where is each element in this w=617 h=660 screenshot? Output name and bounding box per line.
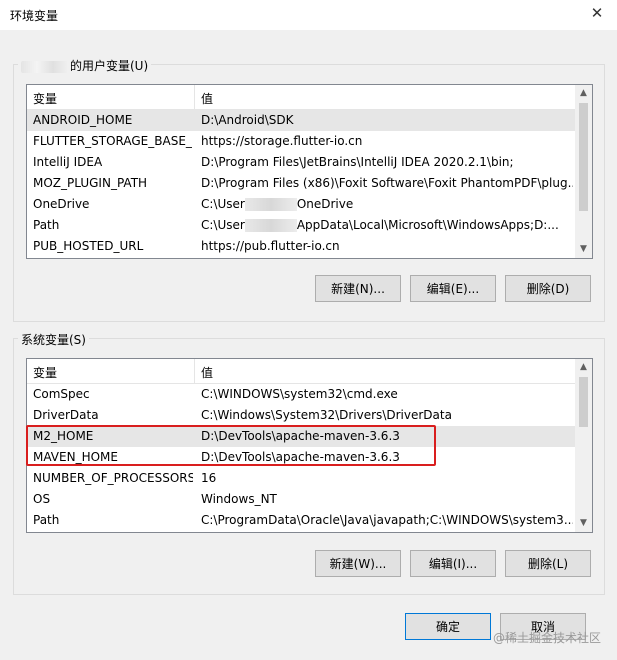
table-row[interactable]: ANDROID_HOME D:\Android\SDK (27, 110, 575, 131)
user-variables-legend: 的用户变量(U) (18, 57, 152, 74)
column-header-name[interactable]: 变量 (33, 90, 57, 107)
system-edit-button[interactable]: 编辑(I)... (410, 550, 496, 577)
list-header: 变量 值 (27, 359, 592, 384)
table-row[interactable]: Path C:\ProgramData\Oracle\Java\javapath… (27, 510, 575, 531)
table-row[interactable]: NUMBER_OF_PROCESSORS 16 (27, 468, 575, 489)
scroll-up-icon[interactable]: ▲ (575, 85, 592, 102)
blurred-username (244, 219, 297, 232)
table-row[interactable]: Path C:\User AppData\Local\Microsoft\Wind… (27, 215, 575, 236)
close-icon[interactable]: ✕ (587, 4, 607, 22)
table-row[interactable]: M2_HOME D:\DevTools\apache-maven-3.6.3 (27, 426, 575, 447)
user-new-button[interactable]: 新建(N)... (315, 275, 401, 302)
system-delete-button[interactable]: 删除(L) (505, 550, 591, 577)
column-header-name[interactable]: 变量 (33, 364, 57, 381)
title-bar: 环境变量 ✕ (0, 0, 617, 30)
blurred-username (244, 198, 297, 211)
system-variables-legend: 系统变量(S) (18, 331, 89, 348)
vertical-scrollbar[interactable]: ▲ ▼ (575, 359, 592, 532)
scroll-down-icon[interactable]: ▼ (575, 515, 592, 532)
table-row[interactable]: OneDrive C:\User OneDrive (27, 194, 575, 215)
scroll-down-icon[interactable]: ▼ (575, 241, 592, 258)
scroll-thumb[interactable] (579, 377, 588, 427)
column-header-value[interactable]: 值 (201, 364, 213, 381)
table-row[interactable]: MAVEN_HOME D:\DevTools\apache-maven-3.6.… (27, 447, 575, 468)
system-variables-list[interactable]: 变量 值 ComSpec C:\WINDOWS\system32\cmd.exe… (26, 358, 593, 533)
table-row[interactable]: PUB_HOSTED_URL https://pub.flutter-io.cn (27, 236, 575, 257)
watermark: @稀土掘金技术社区 (492, 631, 601, 645)
user-variables-list[interactable]: 变量 值 ANDROID_HOME D:\Android\SDK FLUTTER… (26, 84, 593, 259)
ok-button[interactable]: 确定 (405, 613, 491, 640)
vertical-scrollbar[interactable]: ▲ ▼ (575, 85, 592, 258)
system-new-button[interactable]: 新建(W)... (315, 550, 401, 577)
list-header: 变量 值 (27, 85, 592, 110)
table-row[interactable]: FLUTTER_STORAGE_BASE_... https://storage… (27, 131, 575, 152)
table-row[interactable]: IntelliJ IDEA D:\Program Files\JetBrains… (27, 152, 575, 173)
scroll-thumb[interactable] (579, 103, 588, 211)
scroll-up-icon[interactable]: ▲ (575, 359, 592, 376)
column-header-value[interactable]: 值 (201, 90, 213, 107)
table-row[interactable]: ComSpec C:\WINDOWS\system32\cmd.exe (27, 384, 575, 405)
table-row[interactable]: MOZ_PLUGIN_PATH D:\Program Files (x86)\F… (27, 173, 575, 194)
user-delete-button[interactable]: 删除(D) (505, 275, 591, 302)
table-row[interactable]: DriverData C:\Windows\System32\Drivers\D… (27, 405, 575, 426)
user-edit-button[interactable]: 编辑(E)... (410, 275, 496, 302)
table-row[interactable]: OS Windows_NT (27, 489, 575, 510)
window-title: 环境变量 (10, 9, 59, 23)
blurred-username (21, 60, 69, 73)
